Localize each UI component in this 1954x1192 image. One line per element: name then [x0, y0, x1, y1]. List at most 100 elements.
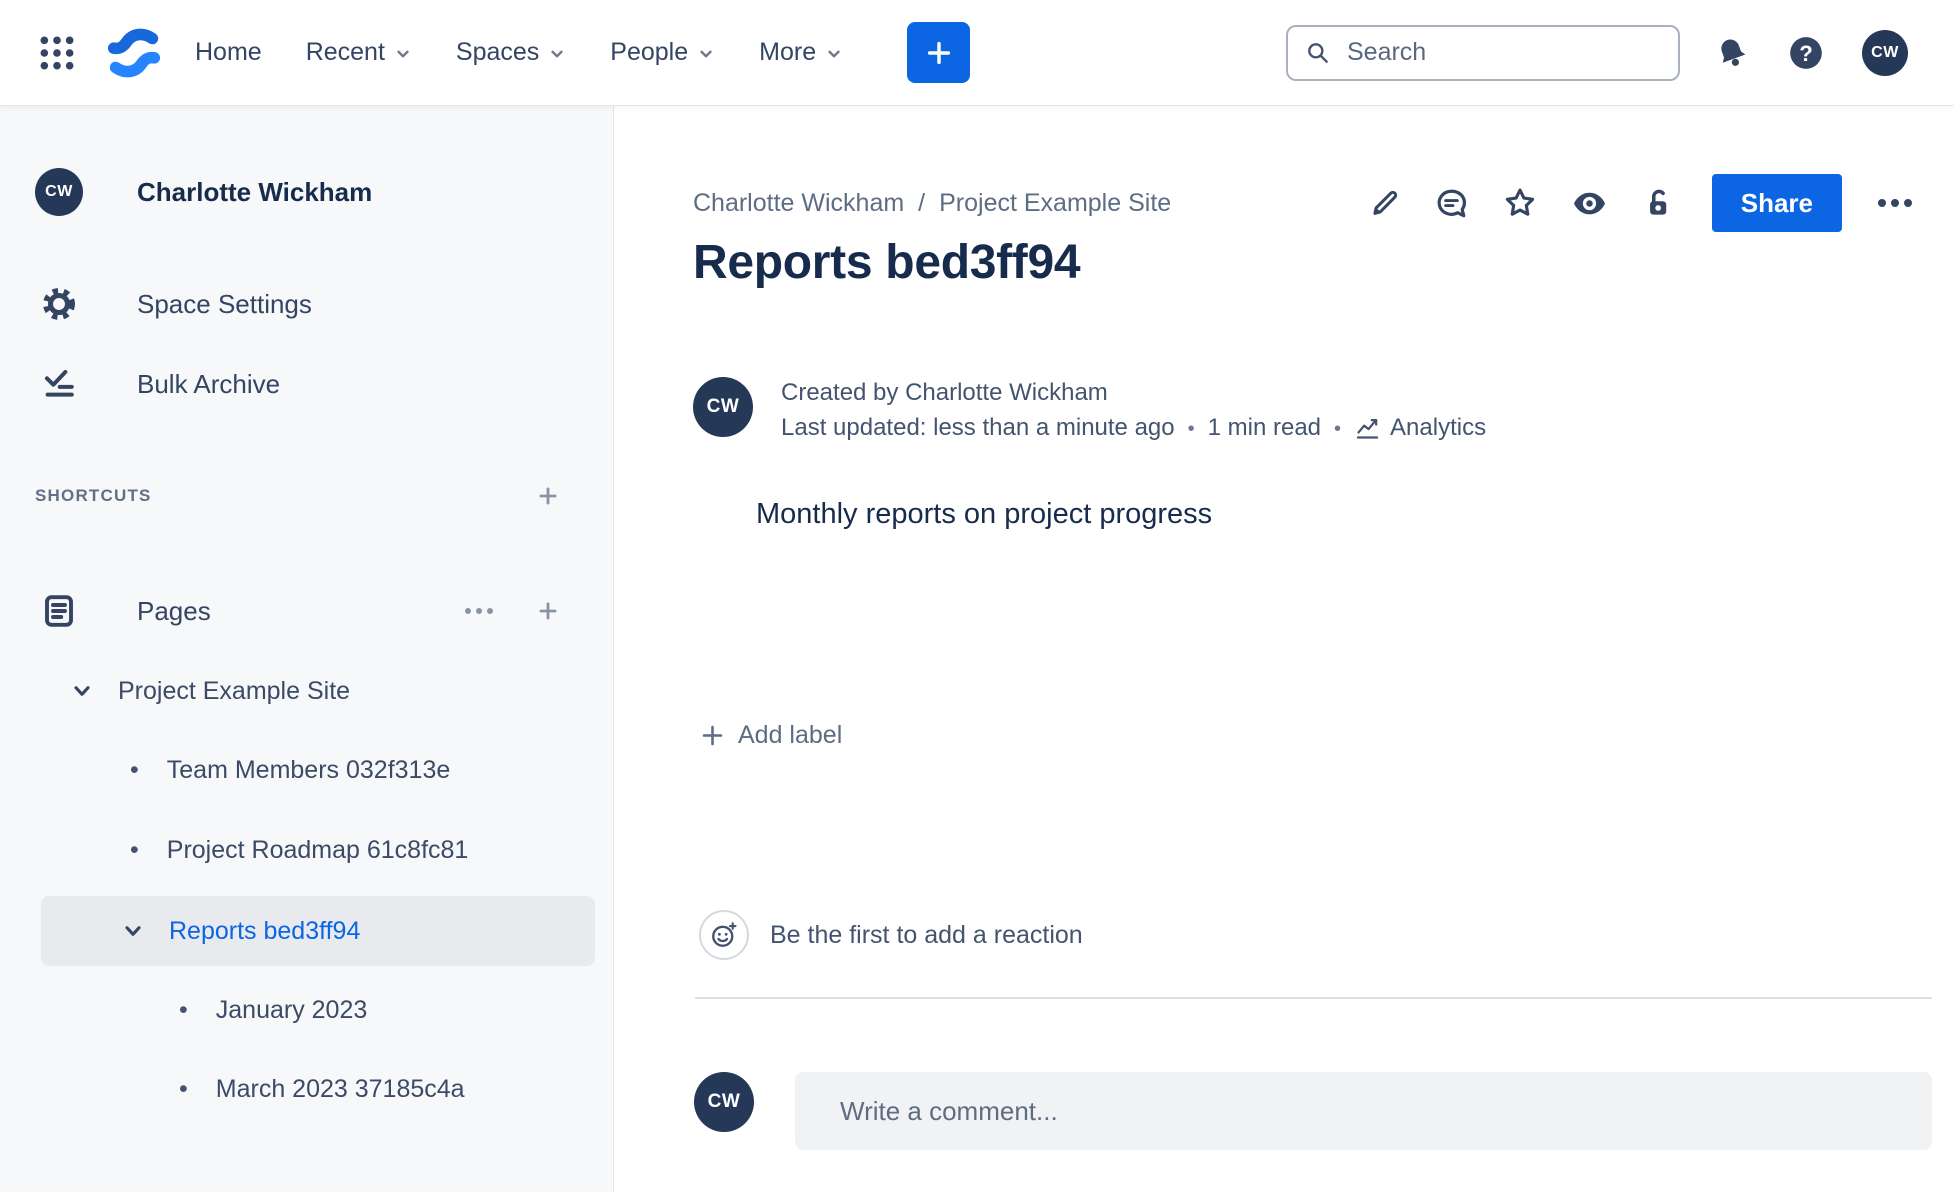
tree-item-label: Reports bed3ff94	[169, 916, 361, 945]
add-reaction-icon[interactable]	[699, 910, 749, 960]
tree-item-label: Project Example Site	[118, 676, 351, 705]
add-label-button[interactable]: Add label	[699, 721, 842, 750]
plus-icon	[699, 722, 726, 749]
watch-eye-icon[interactable]	[1571, 185, 1608, 222]
tree-item-label: January 2023	[215, 995, 368, 1024]
analytics-label: Analytics	[1390, 414, 1487, 441]
search-input[interactable]	[1345, 37, 1678, 68]
bulk-archive-label: Bulk Archive	[137, 368, 281, 399]
space-sidebar: CW Charlotte Wickham Space Settings Bulk…	[0, 105, 614, 1192]
more-actions-icon[interactable]	[1875, 196, 1915, 210]
last-updated-text[interactable]: Last updated: less than a minute ago	[781, 414, 1175, 442]
nav-recent-label: Recent	[305, 38, 385, 66]
created-by-line: Created by Charlotte Wickham	[781, 379, 1108, 406]
add-page-icon[interactable]	[535, 598, 561, 624]
user-avatar[interactable]: CW	[1862, 29, 1908, 76]
chevron-down-icon	[697, 45, 715, 63]
analytics-chart-icon	[1354, 415, 1381, 442]
favorite-star-icon[interactable]	[1502, 185, 1538, 221]
byline: CW Created by Charlotte Wickham Last upd…	[693, 377, 1486, 442]
shortcuts-label: SHORTCUTS	[35, 486, 152, 505]
nav-people-label: People	[610, 38, 689, 66]
help-icon[interactable]: ?	[1784, 31, 1828, 75]
dot-separator	[1175, 414, 1208, 442]
breadcrumb-space[interactable]: Charlotte Wickham	[693, 189, 904, 218]
nav-spaces[interactable]: Spaces	[456, 38, 566, 67]
chevron-down-icon	[548, 45, 566, 63]
svg-text:?: ?	[1799, 40, 1813, 65]
search-box[interactable]	[1286, 24, 1680, 81]
tree-item-project-roadmap[interactable]: • Project Roadmap 61c8fc81	[130, 826, 468, 874]
space-avatar: CW	[35, 168, 83, 216]
tree-item-project-example-site[interactable]: Project Example Site	[71, 667, 350, 715]
app-switcher-icon[interactable]	[35, 31, 79, 75]
tree-item-team-members[interactable]: • Team Members 032f313e	[130, 746, 450, 794]
breadcrumb-separator: /	[918, 188, 926, 217]
page-actions: Share	[1368, 169, 1915, 237]
nav-spaces-label: Spaces	[455, 38, 540, 66]
search-icon	[1305, 40, 1331, 66]
avatar-initials: CW	[706, 396, 740, 417]
dot-separator	[1321, 414, 1354, 442]
pages-label: Pages	[137, 595, 211, 626]
tree-item-march-2023[interactable]: • March 2023 37185c4a	[179, 1065, 465, 1113]
page-body-text: Monthly reports on project progress	[756, 498, 1213, 530]
space-profile[interactable]: CW Charlotte Wickham	[0, 168, 613, 216]
sidebar-item-bulk-archive[interactable]: Bulk Archive	[0, 360, 613, 408]
avatar-initials: CW	[707, 1091, 741, 1112]
page-content: Charlotte Wickham / Project Example Site	[615, 105, 1954, 1192]
tree-item-label: Team Members 032f313e	[166, 755, 451, 784]
bulk-archive-icon	[35, 367, 83, 401]
reaction-prompt: Be the first to add a reaction	[770, 920, 1083, 949]
add-label-text: Add label	[738, 721, 843, 749]
pages-section-header[interactable]: Pages	[0, 587, 613, 635]
breadcrumb: Charlotte Wickham / Project Example Site	[693, 177, 1171, 229]
edit-pencil-icon[interactable]	[1368, 187, 1401, 220]
author-avatar[interactable]: CW	[693, 377, 753, 437]
nav-more[interactable]: More	[759, 38, 843, 67]
primary-nav: Home Recent Spaces People More	[195, 38, 843, 67]
space-settings-label: Space Settings	[137, 288, 312, 319]
pages-icon	[35, 593, 83, 629]
share-button-label: Share	[1740, 187, 1813, 218]
tree-item-reports-selected[interactable]: Reports bed3ff94	[41, 896, 595, 966]
share-button[interactable]: Share	[1711, 174, 1842, 232]
gear-icon	[35, 287, 83, 321]
comment-composer: CW	[694, 1072, 1932, 1150]
chevron-down-icon	[71, 680, 93, 702]
reactions-section: Be the first to add a reaction	[699, 910, 1083, 960]
chevron-down-icon	[394, 45, 412, 63]
comments-divider	[695, 997, 1932, 999]
bullet-icon: •	[130, 835, 139, 864]
space-name: Charlotte Wickham	[137, 176, 373, 207]
space-avatar-initials: CW	[45, 183, 73, 200]
chevron-down-icon	[122, 920, 144, 942]
top-navigation: Home Recent Spaces People More Search ? …	[0, 0, 1954, 105]
notifications-bell-icon[interactable]	[1710, 31, 1754, 75]
create-button[interactable]	[907, 22, 971, 83]
add-shortcut-icon[interactable]	[535, 483, 561, 509]
breadcrumb-parent-page[interactable]: Project Example Site	[939, 189, 1171, 218]
commenter-avatar: CW	[694, 1072, 754, 1132]
page-title: Reports bed3ff94	[693, 236, 1081, 290]
bullet-icon: •	[130, 755, 139, 784]
meta-line: Last updated: less than a minute ago 1 m…	[781, 414, 1486, 442]
comment-bubble-icon[interactable]	[1434, 186, 1469, 221]
tree-item-january-2023[interactable]: • January 2023	[179, 986, 367, 1034]
unlock-icon[interactable]	[1641, 186, 1675, 220]
nav-people[interactable]: People	[610, 38, 715, 67]
bullet-icon: •	[179, 1074, 188, 1103]
nav-recent[interactable]: Recent	[306, 38, 412, 67]
comment-input[interactable]	[795, 1072, 1932, 1150]
analytics-link[interactable]: Analytics	[1354, 414, 1486, 442]
nav-home[interactable]: Home	[195, 38, 262, 67]
shortcuts-section-header: SHORTCUTS	[0, 472, 613, 520]
sidebar-item-space-settings[interactable]: Space Settings	[0, 280, 613, 328]
bullet-icon: •	[179, 995, 188, 1024]
nav-home-label: Home	[195, 38, 262, 66]
tree-item-label: Project Roadmap 61c8fc81	[166, 835, 469, 864]
confluence-logo-icon[interactable]	[105, 24, 163, 82]
read-time-text: 1 min read	[1207, 414, 1322, 441]
pages-more-icon[interactable]	[463, 604, 495, 618]
tree-item-label: March 2023 37185c4a	[215, 1074, 465, 1103]
